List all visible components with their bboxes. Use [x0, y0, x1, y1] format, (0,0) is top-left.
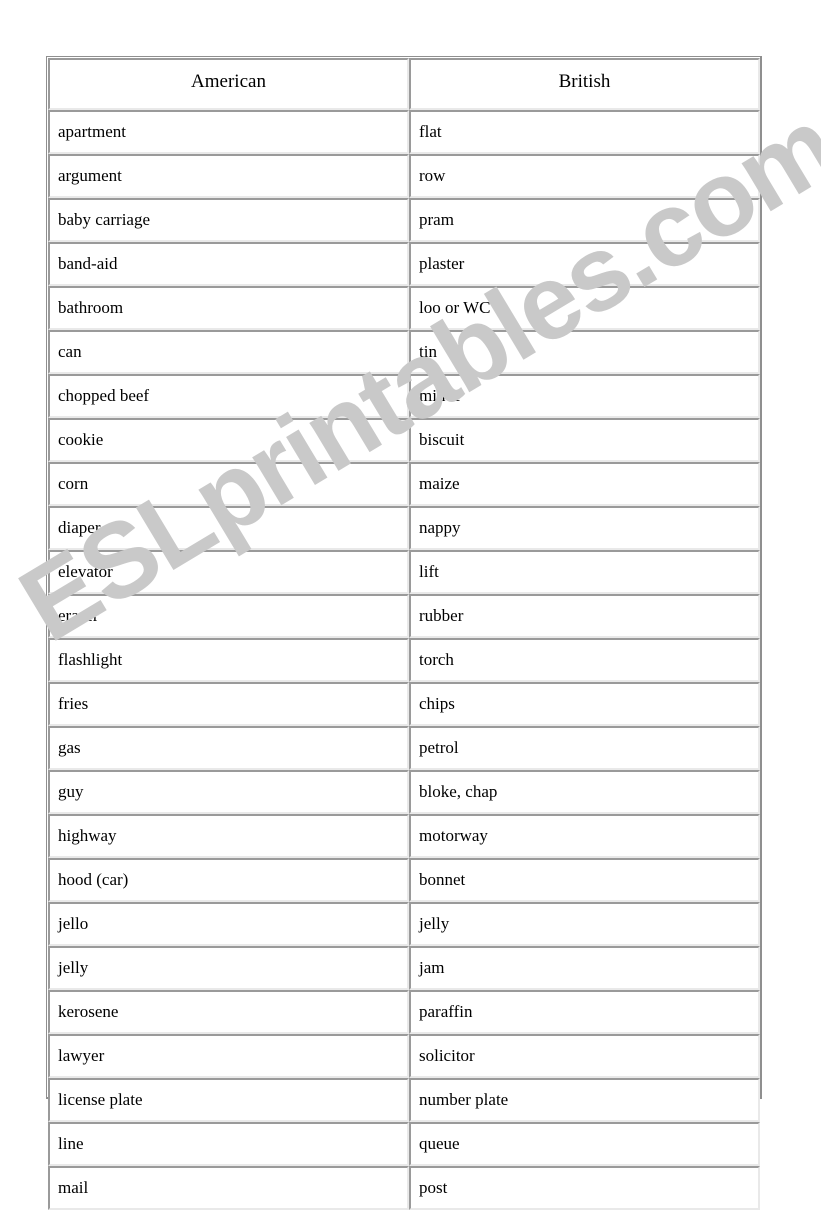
cell-american: elevator	[48, 550, 409, 594]
cell-british: plaster	[409, 242, 760, 286]
cell-british: tin	[409, 330, 760, 374]
table-row: line queue	[48, 1122, 760, 1166]
column-header-american: American	[48, 58, 409, 110]
cell-british: jam	[409, 946, 760, 990]
cell-british: motorway	[409, 814, 760, 858]
table-row: band-aid plaster	[48, 242, 760, 286]
table-row: license plate number plate	[48, 1078, 760, 1122]
table-row: fries chips	[48, 682, 760, 726]
cell-british: mince	[409, 374, 760, 418]
cell-american: cookie	[48, 418, 409, 462]
cell-british: paraffin	[409, 990, 760, 1034]
cell-american: band-aid	[48, 242, 409, 286]
cell-american: jelly	[48, 946, 409, 990]
table-row: apartment flat	[48, 110, 760, 154]
table-row: mail post	[48, 1166, 760, 1210]
cell-british: lift	[409, 550, 760, 594]
cell-american: bathroom	[48, 286, 409, 330]
table-row: argument row	[48, 154, 760, 198]
cell-british: loo or WC	[409, 286, 760, 330]
table-header: American British	[48, 58, 760, 110]
cell-british: bloke, chap	[409, 770, 760, 814]
cell-american: chopped beef	[48, 374, 409, 418]
cell-american: gas	[48, 726, 409, 770]
cell-british: jelly	[409, 902, 760, 946]
cell-british: queue	[409, 1122, 760, 1166]
table-row: flashlight torch	[48, 638, 760, 682]
cell-british: flat	[409, 110, 760, 154]
cell-british: torch	[409, 638, 760, 682]
cell-british: pram	[409, 198, 760, 242]
cell-american: argument	[48, 154, 409, 198]
cell-british: petrol	[409, 726, 760, 770]
column-header-british: British	[409, 58, 760, 110]
table-row: kerosene paraffin	[48, 990, 760, 1034]
cell-american: flashlight	[48, 638, 409, 682]
cell-american: apartment	[48, 110, 409, 154]
cell-american: baby carriage	[48, 198, 409, 242]
cell-british: chips	[409, 682, 760, 726]
cell-british: solicitor	[409, 1034, 760, 1078]
cell-british: bonnet	[409, 858, 760, 902]
table-row: cookie biscuit	[48, 418, 760, 462]
cell-british: row	[409, 154, 760, 198]
cell-american: highway	[48, 814, 409, 858]
worksheet-page: American British apartment flat argument ro…	[0, 0, 821, 1210]
table-row: elevator lift	[48, 550, 760, 594]
table-row: gas petrol	[48, 726, 760, 770]
cell-american: license plate	[48, 1078, 409, 1122]
table-row: chopped beef mince	[48, 374, 760, 418]
table-body: apartment flat argument row baby carriage pra…	[48, 110, 760, 1210]
cell-british: number plate	[409, 1078, 760, 1122]
cell-american: kerosene	[48, 990, 409, 1034]
cell-british: post	[409, 1166, 760, 1210]
cell-american: eraser	[48, 594, 409, 638]
table-row: hood (car) bonnet	[48, 858, 760, 902]
cell-british: maize	[409, 462, 760, 506]
table-row: lawyer solicitor	[48, 1034, 760, 1078]
table-row: corn maize	[48, 462, 760, 506]
cell-american: corn	[48, 462, 409, 506]
table-row: guy bloke, chap	[48, 770, 760, 814]
table-row: jello jelly	[48, 902, 760, 946]
cell-british: biscuit	[409, 418, 760, 462]
cell-american: guy	[48, 770, 409, 814]
table-row: diaper nappy	[48, 506, 760, 550]
cell-american: mail	[48, 1166, 409, 1210]
cell-american: hood (car)	[48, 858, 409, 902]
cell-american: fries	[48, 682, 409, 726]
table-row: eraser rubber	[48, 594, 760, 638]
cell-british: nappy	[409, 506, 760, 550]
table-row: can tin	[48, 330, 760, 374]
table-row: baby carriage pram	[48, 198, 760, 242]
cell-british: rubber	[409, 594, 760, 638]
american-british-vocabulary-table: American British apartment flat argument ro…	[48, 58, 760, 1210]
cell-american: line	[48, 1122, 409, 1166]
cell-american: jello	[48, 902, 409, 946]
header-row: American British	[48, 58, 760, 110]
cell-american: can	[48, 330, 409, 374]
table-row: highway motorway	[48, 814, 760, 858]
cell-american: lawyer	[48, 1034, 409, 1078]
table-row: bathroom loo or WC	[48, 286, 760, 330]
table-row: jelly jam	[48, 946, 760, 990]
cell-american: diaper	[48, 506, 409, 550]
